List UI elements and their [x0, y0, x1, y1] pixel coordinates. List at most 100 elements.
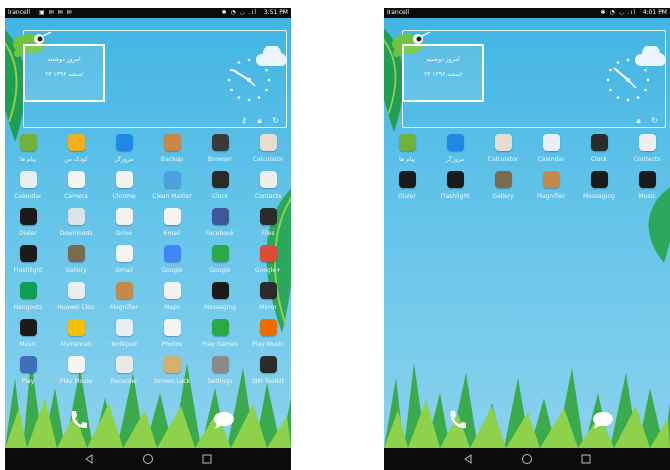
app-play-music[interactable]: Play Music [244, 319, 291, 357]
app-messages[interactable]: پیام ها [384, 134, 431, 172]
chat-icon[interactable] [213, 411, 235, 429]
app-calendar[interactable]: Calendar [5, 171, 52, 209]
app-download[interactable]: Downloads [52, 208, 100, 246]
app-flashlight[interactable]: Flashlight [5, 245, 52, 283]
app-email[interactable]: Email [148, 208, 196, 246]
app-calculator[interactable]: Calculator [479, 134, 527, 172]
app-facebook[interactable]: Facebook [196, 208, 244, 246]
app-label: Browser [207, 156, 233, 163]
app-label: Recorder [110, 378, 138, 385]
date-label: ۲۳ اسفند ۱۳۹۶ [45, 71, 83, 78]
app-clock[interactable]: Clock [196, 171, 244, 209]
app-phone[interactable]: Dialer [384, 171, 431, 209]
analog-clock-icon [606, 58, 650, 102]
app-play-store[interactable]: Play [5, 356, 52, 394]
app-broom[interactable]: Clean Master [148, 171, 196, 209]
app-gallery[interactable]: Gallery [52, 245, 100, 283]
app-play-movies[interactable]: Play Movie [52, 356, 100, 394]
app-chrome[interactable]: Chrome [100, 171, 148, 209]
app-magnifier[interactable]: Magnifier [527, 171, 575, 209]
music-icon [19, 319, 37, 336]
app-gmail[interactable]: Gmail [100, 245, 148, 283]
app-mirror[interactable]: Mirror [244, 282, 291, 320]
magnifier-icon [115, 282, 133, 299]
phone-icon[interactable] [446, 409, 468, 431]
app-clock[interactable]: Clock [575, 134, 623, 172]
app-label: Settings [207, 378, 233, 385]
home-icon[interactable] [142, 453, 154, 465]
date-card[interactable]: امروز دوشنبه ۲۳ اسفند ۱۳۹۶ [23, 44, 105, 102]
facebook-icon [211, 208, 229, 225]
lock-icon[interactable]: 🔒︎ [257, 116, 261, 126]
date-card[interactable]: امروز دوشنبه ۲۳ اسفند ۱۳۹۶ [402, 44, 484, 102]
refresh-icon[interactable]: ↻ [651, 116, 658, 125]
play-movies-icon [67, 356, 85, 373]
app-label: Play Games [202, 341, 238, 348]
app-backup[interactable]: Backup [148, 134, 196, 172]
home-icon[interactable] [521, 453, 533, 465]
app-google-plus[interactable]: Google [196, 245, 244, 283]
app-gallery[interactable]: Gallery [479, 171, 527, 209]
app-google[interactable]: Google [148, 245, 196, 283]
back-icon[interactable] [83, 453, 95, 465]
app-contacts[interactable]: Contacts [244, 171, 291, 209]
app-recorder[interactable]: Recorder [100, 356, 148, 394]
phone-icon[interactable] [67, 409, 89, 431]
app-magnifier[interactable]: Magnifier [100, 282, 148, 320]
app-label: Gallery [65, 267, 87, 274]
chat-icon[interactable] [592, 411, 614, 429]
magnifier-icon [542, 171, 560, 188]
contacts-icon [638, 134, 656, 151]
phone-icon [19, 208, 37, 225]
drive-icon [115, 208, 133, 225]
app-label: Notepad [111, 341, 137, 348]
app-flashlight[interactable]: Flashlight [431, 171, 479, 209]
screen-lock-icon [163, 356, 181, 373]
app-sim[interactable]: SIM Toolkit [244, 356, 291, 394]
app-hangouts[interactable]: Hangouts [5, 282, 52, 320]
app-browser[interactable]: مرورگر [100, 134, 148, 172]
myirancell-icon [67, 319, 85, 336]
app-music[interactable]: Music [623, 171, 670, 209]
app-screen-lock[interactable]: Screen Lock [148, 356, 196, 394]
app-messaging[interactable]: Messaging [196, 282, 244, 320]
app-camera[interactable]: Camera [52, 171, 100, 209]
app-messaging[interactable]: Messaging [575, 171, 623, 209]
app-calendar[interactable]: Calendar [527, 134, 575, 172]
app-myirancell[interactable]: Myirancell [52, 319, 100, 357]
navigation-bar [5, 448, 291, 470]
app-browser[interactable]: Browser [196, 134, 244, 172]
recents-icon[interactable] [201, 453, 213, 465]
app-maps[interactable]: Maps [148, 282, 196, 320]
recents-icon[interactable] [580, 453, 592, 465]
app-label: Music [638, 193, 656, 200]
phone-screen-left: Irancell ▣ ✉ ✉ ✉ ✱ ◔ ◡ .ıl 3:51 PM امروز… [5, 8, 291, 470]
app-phone[interactable]: Dialer [5, 208, 52, 246]
app-calculator[interactable]: Calculator [244, 134, 291, 172]
app-music[interactable]: Music [5, 319, 52, 357]
widget-controls: 🔒︎ ↻ [628, 116, 658, 126]
key-icon[interactable]: ⚷ [241, 116, 247, 125]
app-gamepad[interactable]: Play Games [196, 319, 244, 357]
chrome-icon [115, 171, 133, 188]
back-icon[interactable] [462, 453, 474, 465]
cloud-icon [67, 282, 85, 299]
app-photos[interactable]: Photos [148, 319, 196, 357]
app-label: Gallery [492, 193, 514, 200]
app-notepad[interactable]: Notepad [100, 319, 148, 357]
app-kids[interactable]: کودک من [52, 134, 100, 172]
app-browser[interactable]: مرورگر [431, 134, 479, 172]
app-messages[interactable]: پیام ها [5, 134, 52, 172]
dock [384, 403, 670, 443]
app-files[interactable]: Files [244, 208, 291, 246]
app-label: Magnifier [536, 193, 566, 200]
app-settings[interactable]: Settings [196, 356, 244, 394]
app-google-plus[interactable]: Google+ [244, 245, 291, 283]
lock-icon[interactable]: 🔒︎ [636, 116, 640, 126]
app-cloud[interactable]: Huawei Clou [52, 282, 100, 320]
app-label: Calculator [252, 156, 284, 163]
refresh-icon[interactable]: ↻ [272, 116, 279, 125]
status-clock: 3:51 PM [263, 9, 288, 16]
app-contacts[interactable]: Contacts [623, 134, 670, 172]
app-drive[interactable]: Drive [100, 208, 148, 246]
